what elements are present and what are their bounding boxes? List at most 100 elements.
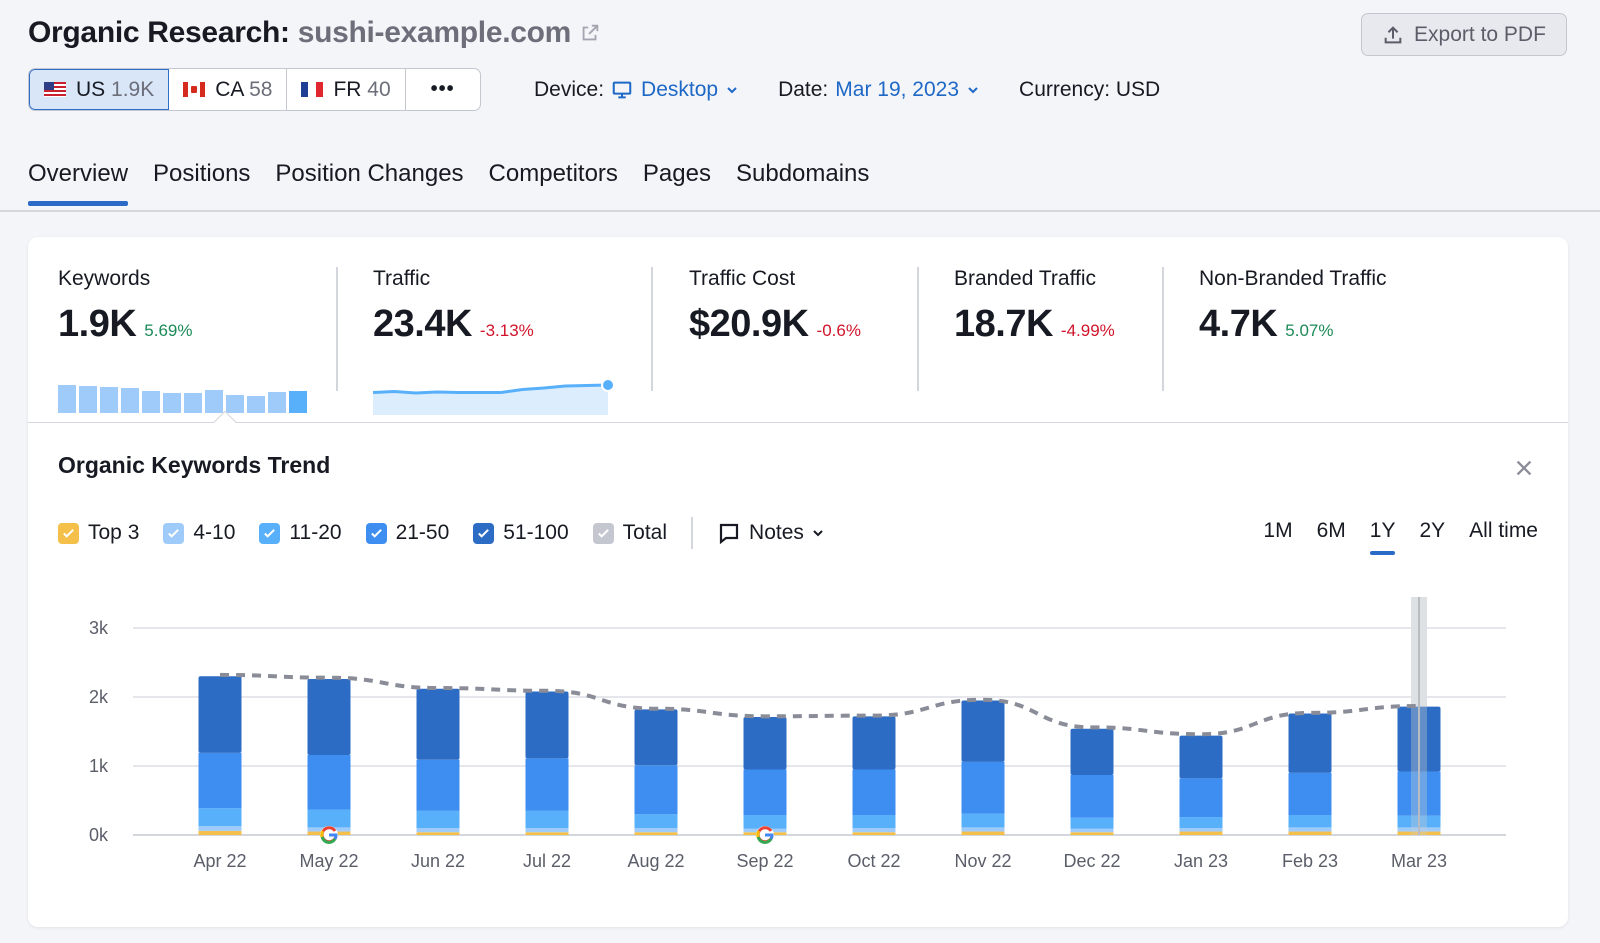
- bar-segment-top-3[interactable]: [525, 832, 569, 835]
- bar-segment-4-10[interactable]: [416, 828, 460, 833]
- bar-segment-21-50[interactable]: [743, 769, 787, 815]
- period-all-time[interactable]: All time: [1469, 519, 1538, 553]
- bar-segment-top-3[interactable]: [1179, 831, 1223, 835]
- bar-segment-4-10[interactable]: [961, 827, 1005, 832]
- close-icon[interactable]: [1513, 457, 1535, 479]
- tab-competitors[interactable]: Competitors: [489, 160, 618, 204]
- bar-segment-51-100[interactable]: [1288, 713, 1332, 773]
- bar-segment-21-50[interactable]: [852, 769, 896, 815]
- tab-pages[interactable]: Pages: [643, 160, 711, 204]
- bar-segment-4-10[interactable]: [525, 828, 569, 833]
- database-tab-fr[interactable]: FR 40: [287, 69, 406, 110]
- tab-overview[interactable]: Overview: [28, 160, 129, 206]
- x-tick-label: Aug 22: [627, 851, 684, 871]
- date-dropdown[interactable]: Mar 19, 2023: [835, 78, 979, 102]
- notes-dropdown[interactable]: Notes: [717, 521, 824, 545]
- metric-keywords[interactable]: Keywords 1.9K 5.69%: [58, 267, 307, 413]
- bar-nov-22[interactable]: [961, 700, 1005, 835]
- bar-jul-22[interactable]: [525, 691, 569, 835]
- bar-segment-top-3[interactable]: [852, 832, 896, 835]
- bar-segment-51-100[interactable]: [1179, 735, 1223, 779]
- bar-segment-21-50[interactable]: [1288, 772, 1332, 815]
- bar-segment-top-3[interactable]: [634, 832, 678, 835]
- bar-segment-4-10[interactable]: [1288, 827, 1332, 832]
- bar-feb-23[interactable]: [1288, 713, 1332, 835]
- bar-apr-22[interactable]: [198, 676, 242, 835]
- google-update-icon[interactable]: [756, 826, 774, 844]
- bar-dec-22[interactable]: [1070, 728, 1114, 835]
- database-tab-ca[interactable]: CA 58: [169, 69, 288, 110]
- bar-segment-4-10[interactable]: [634, 828, 678, 833]
- period-6m[interactable]: 6M: [1317, 519, 1346, 553]
- bar-segment-11-20[interactable]: [1070, 817, 1114, 829]
- bar-segment-21-50[interactable]: [634, 765, 678, 815]
- export-pdf-button[interactable]: Export to PDF: [1361, 13, 1567, 56]
- bar-jan-23[interactable]: [1179, 735, 1223, 835]
- period-2y[interactable]: 2Y: [1419, 519, 1445, 553]
- legend-checkbox[interactable]: [592, 522, 614, 544]
- bar-sep-22[interactable]: [743, 717, 787, 835]
- bar-segment-51-100[interactable]: [961, 700, 1005, 762]
- bar-segment-21-50[interactable]: [961, 761, 1005, 814]
- metric-value: 4.7K: [1199, 303, 1278, 345]
- bar-segment-11-20[interactable]: [634, 814, 678, 829]
- bar-may-22[interactable]: [307, 679, 351, 835]
- period-1y[interactable]: 1Y: [1369, 519, 1395, 555]
- bar-segment-21-50[interactable]: [1070, 774, 1114, 818]
- bar-segment-top-3[interactable]: [1288, 831, 1332, 835]
- bar-segment-51-100[interactable]: [525, 691, 569, 759]
- bar-segment-11-20[interactable]: [852, 814, 896, 829]
- bar-segment-11-20[interactable]: [307, 809, 351, 828]
- bar-segment-21-50[interactable]: [525, 758, 569, 811]
- legend-checkbox[interactable]: [163, 522, 185, 544]
- bar-segment-51-100[interactable]: [198, 676, 242, 753]
- tab-subdomains[interactable]: Subdomains: [736, 160, 869, 204]
- bar-segment-11-20[interactable]: [1179, 817, 1223, 829]
- bar-segment-51-100[interactable]: [634, 709, 678, 766]
- bar-segment-21-50[interactable]: [198, 752, 242, 809]
- legend-checkbox[interactable]: [365, 522, 387, 544]
- bar-segment-21-50[interactable]: [307, 754, 351, 810]
- legend-total[interactable]: Total: [592, 521, 667, 545]
- legend-51-100[interactable]: 51-100: [473, 521, 569, 545]
- bar-segment-21-50[interactable]: [416, 759, 460, 811]
- period-1m[interactable]: 1M: [1263, 519, 1292, 553]
- legend-checkbox[interactable]: [259, 522, 281, 544]
- legend-11-20[interactable]: 11-20: [259, 521, 342, 545]
- legend-4-10[interactable]: 4-10: [163, 521, 235, 545]
- legend-checkbox[interactable]: [58, 522, 79, 544]
- bar-segment-51-100[interactable]: [307, 679, 351, 755]
- bar-segment-top-3[interactable]: [1070, 832, 1114, 835]
- external-link-icon[interactable]: [579, 22, 601, 44]
- more-databases-button[interactable]: •••: [406, 69, 480, 110]
- bar-segment-51-100[interactable]: [852, 716, 896, 770]
- bar-segment-11-20[interactable]: [961, 813, 1005, 828]
- bar-segment-top-3[interactable]: [416, 832, 460, 835]
- bar-segment-11-20[interactable]: [1288, 814, 1332, 828]
- bar-segment-4-10[interactable]: [852, 828, 896, 833]
- bar-segment-51-100[interactable]: [1070, 728, 1114, 775]
- database-tab-us[interactable]: US 1.9K: [29, 69, 170, 110]
- bar-segment-4-10[interactable]: [198, 826, 242, 831]
- tab-position-changes[interactable]: Position Changes: [275, 160, 463, 204]
- bar-segment-11-20[interactable]: [525, 810, 569, 829]
- bar-oct-22[interactable]: [852, 716, 896, 835]
- bar-segment-51-100[interactable]: [416, 688, 460, 760]
- bar-segment-51-100[interactable]: [743, 717, 787, 770]
- bar-jun-22[interactable]: [416, 688, 460, 835]
- bar-segment-11-20[interactable]: [416, 810, 460, 829]
- google-update-icon[interactable]: [320, 826, 338, 844]
- legend-top-3[interactable]: Top 3: [58, 521, 139, 545]
- bar-segment-top-3[interactable]: [961, 831, 1005, 835]
- bar-segment-21-50[interactable]: [1179, 778, 1223, 818]
- tab-positions[interactable]: Positions: [153, 160, 250, 204]
- bar-segment-4-10[interactable]: [1179, 828, 1223, 832]
- bar-aug-22[interactable]: [634, 709, 678, 835]
- device-dropdown[interactable]: Desktop: [611, 78, 738, 102]
- legend-checkbox[interactable]: [473, 522, 495, 544]
- legend-21-50[interactable]: 21-50: [365, 521, 449, 545]
- bar-segment-11-20[interactable]: [198, 808, 242, 827]
- bar-segment-top-3[interactable]: [198, 830, 242, 835]
- legend-label: 11-20: [289, 521, 342, 544]
- bar-segment-4-10[interactable]: [1070, 828, 1114, 833]
